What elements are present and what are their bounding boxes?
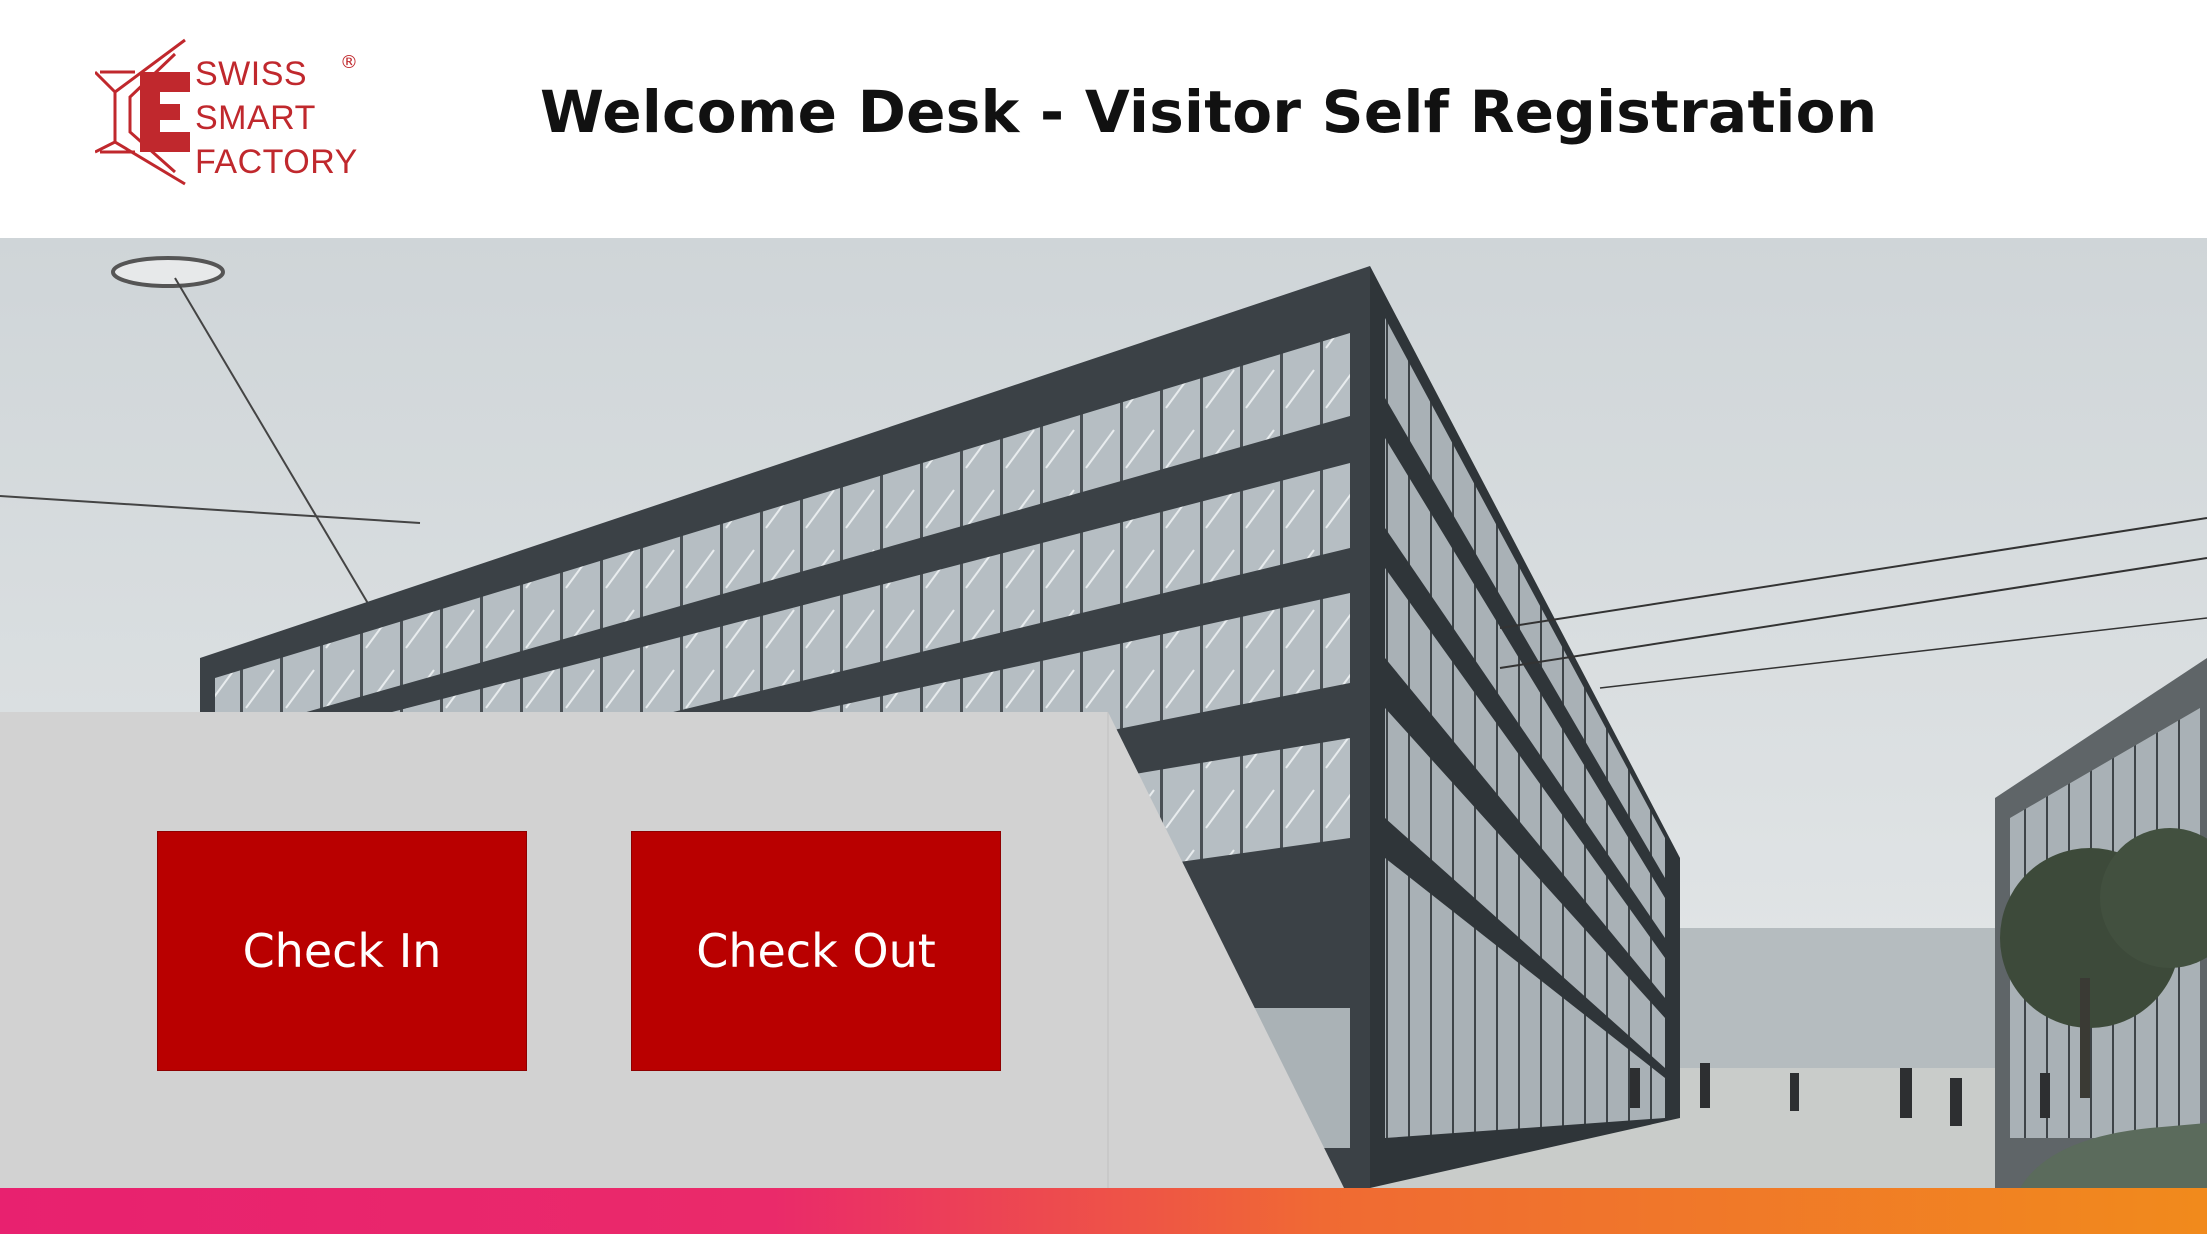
logo-line-1: SWISS — [195, 55, 308, 93]
swiss-smart-factory-logo: SWISS SMART FACTORY ® — [93, 32, 375, 202]
footer-gradient-bar — [0, 1188, 2207, 1234]
check-out-button[interactable]: Check Out — [631, 831, 1001, 1071]
check-in-button[interactable]: Check In — [157, 831, 527, 1071]
logo-line-3: FACTORY — [195, 143, 358, 181]
header: SWISS SMART FACTORY ® Welcome Desk - Vis… — [0, 0, 2207, 238]
logo-wordmark: SWISS SMART FACTORY — [195, 52, 358, 184]
page-title: Welcome Desk - Visitor Self Registration — [540, 78, 1878, 146]
registered-mark: ® — [340, 52, 358, 73]
logo-mark-icon — [93, 38, 190, 186]
logo-line-2: SMART — [195, 99, 316, 137]
